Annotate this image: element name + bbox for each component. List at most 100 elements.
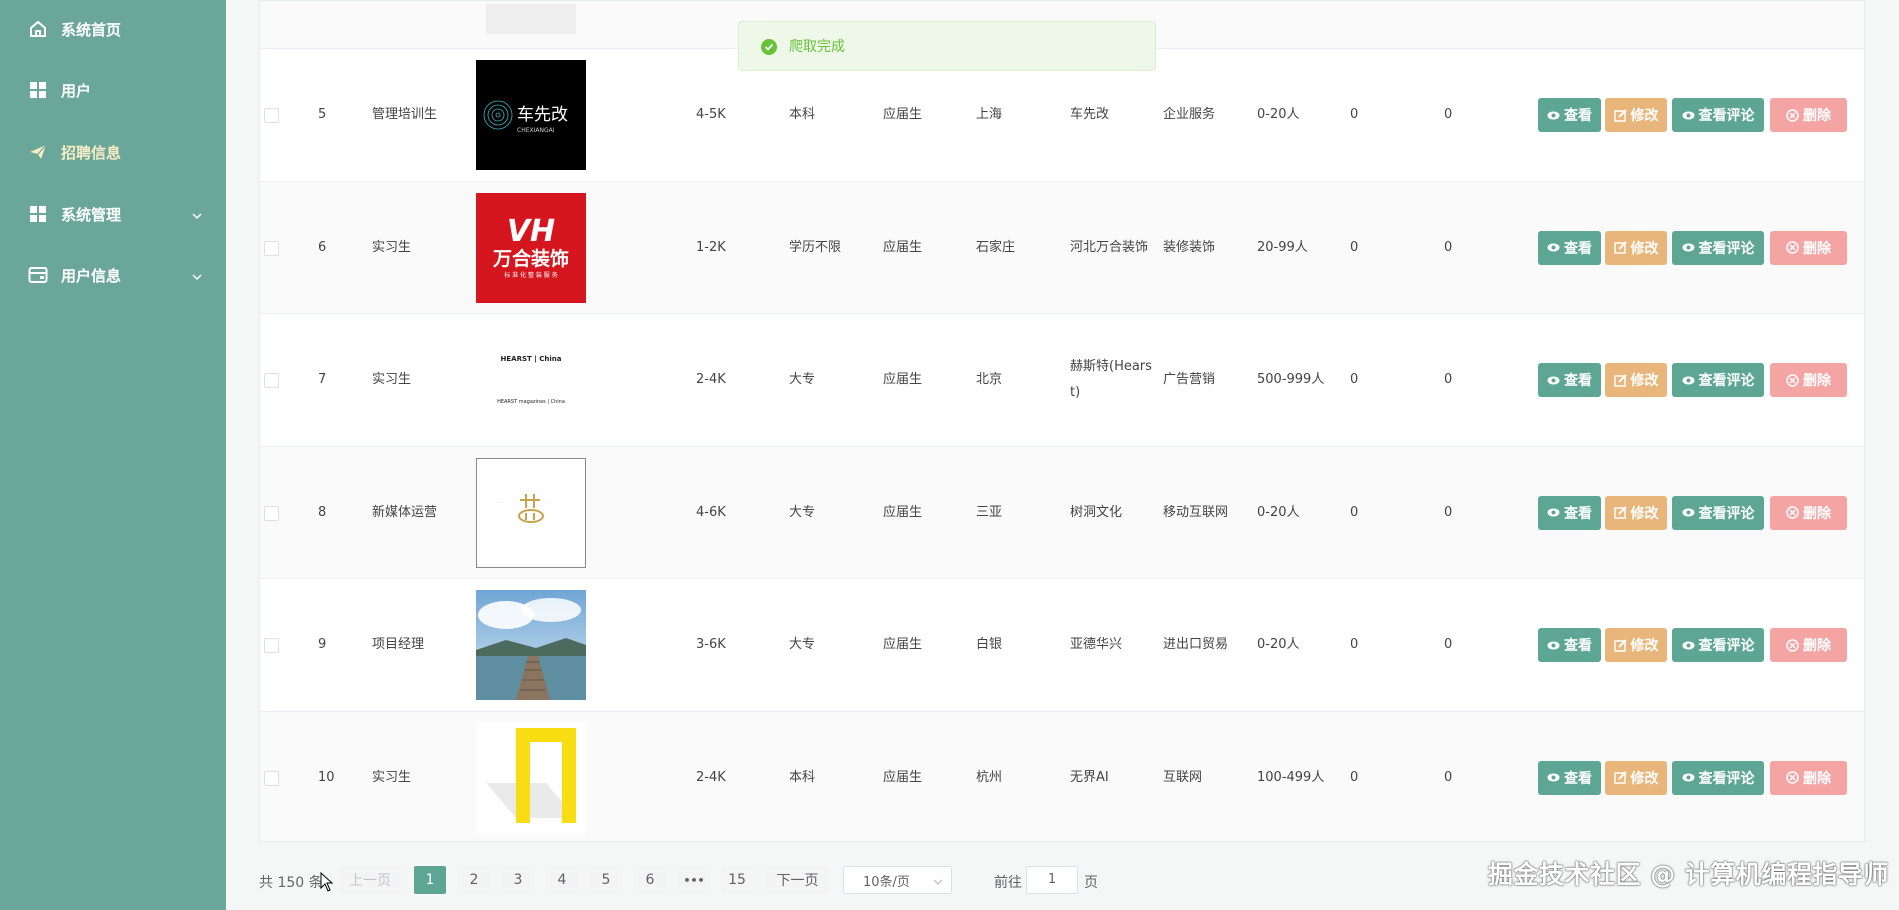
sidebar-item-home[interactable]: 系统首页 <box>0 9 226 49</box>
row-checkbox[interactable] <box>264 770 279 786</box>
close-circle-icon <box>1786 241 1799 254</box>
view-button[interactable]: 查看 <box>1538 760 1601 795</box>
edit-button[interactable]: 修改 <box>1605 628 1667 662</box>
company-name: 无界AI <box>1070 769 1109 785</box>
company-logo: HEARST | China HEARST magazines | China <box>476 325 586 435</box>
close-circle-icon <box>1786 506 1799 519</box>
eye-icon <box>1547 374 1560 387</box>
sidebar-item-label: 系统首页 <box>61 20 122 39</box>
page-button[interactable]: 4 <box>546 866 578 894</box>
delete-button[interactable]: 删除 <box>1770 495 1847 530</box>
view-comments-button[interactable]: 查看评论 <box>1672 363 1764 397</box>
count-1: 0 <box>1350 504 1359 520</box>
row-index: 8 <box>318 504 327 520</box>
table-row: 7 实习生 HEARST | China HEARST magazines | … <box>260 314 1864 447</box>
close-circle-icon <box>1786 108 1799 122</box>
count-1: 0 <box>1350 637 1359 652</box>
job-title: 新媒体运营 <box>372 504 438 520</box>
table-row: 8 新媒体运营 ··········· ······· 4-6K 大专 应届生 … <box>260 447 1864 579</box>
delete-button[interactable]: 删除 <box>1770 363 1847 397</box>
view-button[interactable]: 查看 <box>1538 363 1601 397</box>
industry: 移动互联网 <box>1163 504 1229 520</box>
paper-plane-icon <box>28 142 48 162</box>
sidebar-item-system[interactable]: 系统管理 <box>0 194 226 234</box>
goto-page-input[interactable]: 1 <box>1026 866 1078 894</box>
delete-button[interactable]: 删除 <box>1770 628 1847 662</box>
salary: 4-6K <box>696 504 726 520</box>
next-page-button[interactable]: 下一页 <box>766 866 829 894</box>
sidebar-item-jobs[interactable]: 招聘信息 <box>0 132 226 172</box>
sidebar-item-userinfo[interactable]: 用户信息 <box>0 255 226 295</box>
page-size-select[interactable]: 10条/页 <box>843 866 952 894</box>
company-size: 0-20人 <box>1257 107 1300 122</box>
edit-button[interactable]: 修改 <box>1605 98 1667 132</box>
svg-text:·······: ······· <box>546 500 553 504</box>
page-button[interactable]: 2 <box>458 866 490 894</box>
eye-icon <box>1682 506 1695 519</box>
delete-button[interactable]: 删除 <box>1770 230 1847 265</box>
salary: 1-2K <box>696 239 726 255</box>
education: 本科 <box>789 107 816 122</box>
view-button[interactable]: 查看 <box>1538 98 1601 132</box>
eye-icon <box>1682 109 1695 122</box>
grid-icon <box>28 204 48 224</box>
mouse-cursor-icon <box>320 871 334 892</box>
view-comments-button[interactable]: 查看评论 <box>1672 628 1764 662</box>
page-button[interactable]: 15 <box>721 866 753 894</box>
company-size: 20-99人 <box>1257 239 1308 255</box>
edit-button[interactable]: 修改 <box>1605 495 1667 530</box>
row-checkbox[interactable] <box>264 240 279 256</box>
edit-button[interactable]: 修改 <box>1605 363 1667 397</box>
eye-icon <box>1547 771 1560 784</box>
edit-icon <box>1613 373 1627 387</box>
page-button[interactable]: 1 <box>414 866 446 894</box>
page-button[interactable]: 5 <box>590 866 622 894</box>
edit-button[interactable]: 修改 <box>1605 760 1667 795</box>
chevron-down-icon <box>191 269 203 281</box>
company-logo <box>476 722 586 833</box>
company-logo <box>476 4 586 34</box>
sidebar-item-users[interactable]: 用户 <box>0 70 226 110</box>
svg-text:VH: VH <box>507 214 555 249</box>
edit-icon <box>1613 638 1627 652</box>
table-row: 6 实习生 VH 万合装饰 标 准 化 整 装 服 务 1-2K 学历不限 应届… <box>260 182 1864 314</box>
city: 北京 <box>976 372 1003 387</box>
view-comments-button[interactable]: 查看评论 <box>1672 760 1764 795</box>
sidebar-item-label: 招聘信息 <box>61 143 122 162</box>
view-comments-button[interactable]: 查看评论 <box>1672 495 1764 530</box>
page-button[interactable]: 6 <box>634 866 666 894</box>
row-index: 7 <box>318 372 327 387</box>
row-checkbox[interactable] <box>264 373 279 388</box>
view-button[interactable]: 查看 <box>1538 230 1601 265</box>
view-button[interactable]: 查看 <box>1538 495 1601 530</box>
delete-button[interactable]: 删除 <box>1770 98 1847 132</box>
city: 石家庄 <box>976 239 1016 255</box>
eye-icon <box>1547 506 1560 519</box>
edit-button[interactable]: 修改 <box>1605 230 1667 265</box>
education: 大专 <box>789 504 816 520</box>
industry: 互联网 <box>1163 769 1203 785</box>
chevron-down-icon <box>933 876 943 886</box>
row-checkbox[interactable] <box>264 638 279 653</box>
row-checkbox[interactable] <box>264 108 279 123</box>
toast-message: 爬取完成 <box>789 39 845 55</box>
more-pages-button[interactable]: ••• <box>678 866 710 894</box>
pagination-total: 共 150 条 <box>259 875 323 891</box>
view-comments-button[interactable]: 查看评论 <box>1672 98 1764 132</box>
delete-button[interactable]: 删除 <box>1770 760 1847 795</box>
svg-text:CHEXIANGAI: CHEXIANGAI <box>517 127 555 134</box>
prev-page-button[interactable]: 上一页 <box>339 866 401 894</box>
company-logo <box>476 590 586 700</box>
view-button[interactable]: 查看 <box>1538 628 1601 662</box>
count-2: 0 <box>1444 504 1453 520</box>
svg-text:标 准 化 整 装 服 务: 标 准 化 整 装 服 务 <box>504 271 557 279</box>
job-table: 5 管理培训生 车先改 CHEXIANGAI 4-5K 本科 应届生 上海 车先… <box>259 0 1865 842</box>
view-comments-button[interactable]: 查看评论 <box>1672 230 1764 265</box>
company-name: 车先改 <box>1070 107 1110 122</box>
city: 杭州 <box>976 769 1003 785</box>
row-index: 10 <box>318 769 335 785</box>
page-button[interactable]: 3 <box>502 866 534 894</box>
job-title: 实习生 <box>372 769 412 785</box>
home-icon <box>28 19 48 39</box>
row-checkbox[interactable] <box>264 505 279 521</box>
